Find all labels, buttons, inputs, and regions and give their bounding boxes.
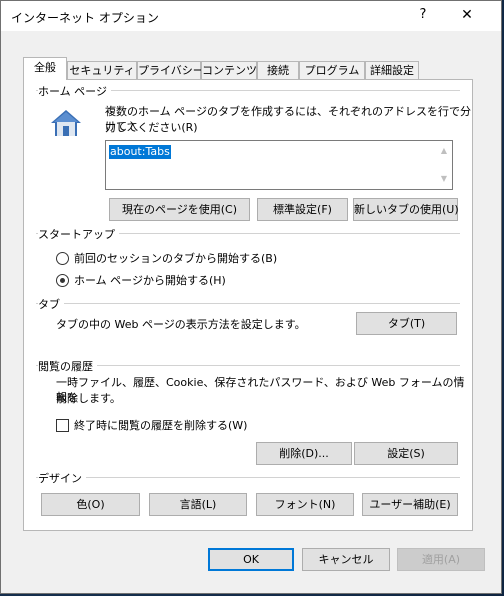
homepage-url-value: about:Tabs bbox=[109, 145, 171, 159]
startup-homepage-radio[interactable] bbox=[56, 274, 69, 287]
ok-button[interactable]: OK bbox=[208, 548, 294, 571]
design-group-divider bbox=[36, 477, 460, 478]
window-title: インターネット オプション bbox=[11, 11, 159, 25]
scroll-down-icon[interactable]: ▼ bbox=[438, 173, 450, 185]
cancel-button[interactable]: キャンセル bbox=[302, 548, 390, 571]
tab-general[interactable]: 全般 bbox=[23, 57, 67, 80]
tabs-button[interactable]: タブ(T) bbox=[356, 312, 457, 335]
close-button[interactable]: ✕ bbox=[457, 7, 477, 25]
startup-group-label: スタートアップ bbox=[38, 226, 119, 242]
tabs-group-divider bbox=[36, 303, 460, 304]
tabs-description: タブの中の Web ページの表示方法を設定します。 bbox=[56, 318, 306, 331]
tab-advanced[interactable]: 詳細設定 bbox=[365, 61, 419, 80]
languages-button[interactable]: 言語(L) bbox=[149, 493, 247, 516]
tab-privacy[interactable]: プライバシー bbox=[137, 61, 204, 80]
startup-previous-radio[interactable] bbox=[56, 252, 69, 265]
title-bar: インターネット オプション ? ✕ bbox=[1, 1, 501, 31]
homepage-url-textarea[interactable]: about:Tabs ▲ ▼ bbox=[105, 140, 453, 190]
startup-previous-label: 前回のセッションのタブから開始する(B) bbox=[74, 252, 278, 265]
design-group-label: デザイン bbox=[38, 470, 86, 486]
scroll-up-icon[interactable]: ▲ bbox=[438, 145, 450, 157]
use-default-button[interactable]: 標準設定(F) bbox=[257, 198, 348, 221]
house-icon bbox=[51, 110, 81, 136]
history-group-divider bbox=[36, 365, 460, 366]
fonts-button[interactable]: フォント(N) bbox=[256, 493, 354, 516]
delete-on-exit-checkbox[interactable] bbox=[56, 419, 69, 432]
tab-security[interactable]: セキュリティ bbox=[67, 61, 137, 80]
tab-programs[interactable]: プログラム bbox=[299, 61, 365, 80]
startup-homepage-label: ホーム ページから開始する(H) bbox=[74, 274, 226, 287]
accessibility-button[interactable]: ユーザー補助(E) bbox=[362, 493, 458, 516]
tabs-group-label: タブ bbox=[38, 296, 64, 312]
use-new-tab-button[interactable]: 新しいタブの使用(U) bbox=[353, 198, 459, 221]
history-group-label: 閲覧の履歴 bbox=[38, 358, 97, 374]
homepage-group-label: ホーム ページ bbox=[38, 83, 111, 99]
tab-connections[interactable]: 接続 bbox=[257, 61, 299, 80]
history-settings-button[interactable]: 設定(S) bbox=[354, 442, 458, 465]
homepage-description-line2: 力してください(R) bbox=[105, 121, 198, 134]
help-button[interactable]: ? bbox=[415, 7, 431, 25]
delete-on-exit-label: 終了時に閲覧の履歴を削除する(W) bbox=[74, 419, 248, 432]
use-current-button[interactable]: 現在のページを使用(C) bbox=[109, 198, 250, 221]
apply-button[interactable]: 適用(A) bbox=[397, 548, 485, 571]
delete-history-button[interactable]: 削除(D)... bbox=[256, 442, 352, 465]
general-tab-panel: ホーム ページ 複数のホーム ページのタブを作成するには、それぞれのアドレスを行… bbox=[23, 79, 473, 531]
history-description-line2: 削除します。 bbox=[56, 392, 121, 405]
internet-options-dialog: インターネット オプション ? ✕ 全般 セキュリティ プライバシー コンテンツ… bbox=[0, 0, 502, 594]
tab-content[interactable]: コンテンツ bbox=[201, 61, 257, 80]
radio-selected-dot bbox=[60, 278, 65, 283]
colors-button[interactable]: 色(O) bbox=[41, 493, 140, 516]
